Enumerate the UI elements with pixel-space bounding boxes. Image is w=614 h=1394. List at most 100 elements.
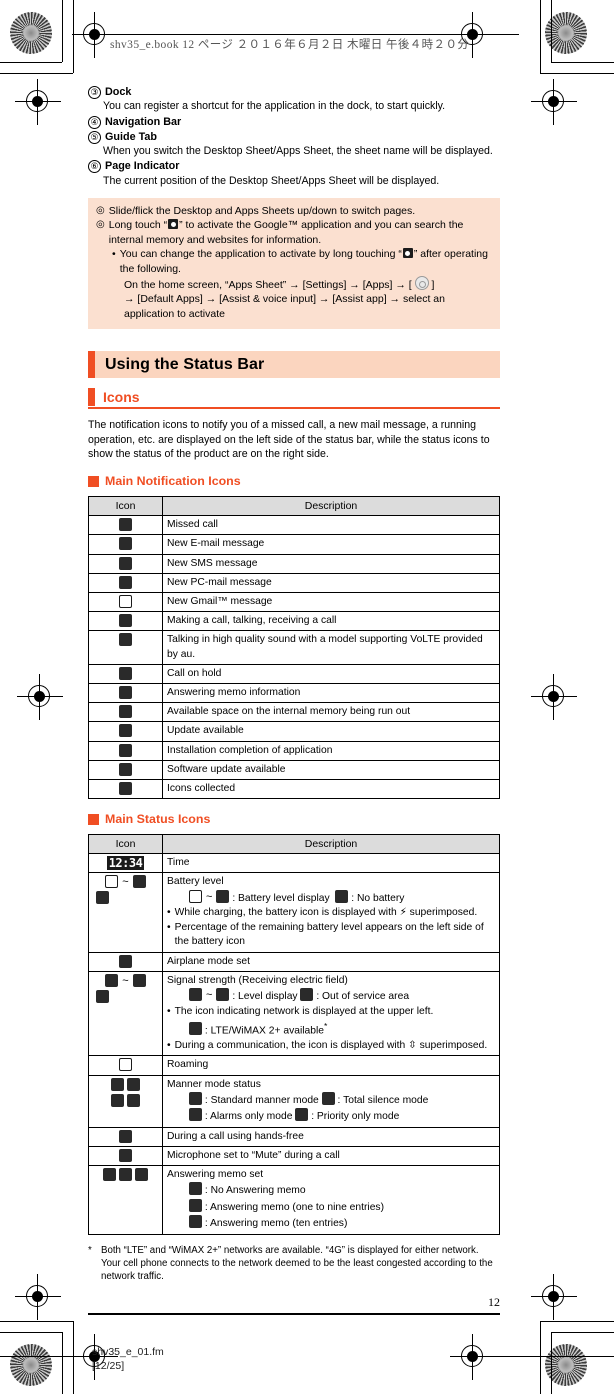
battery-title: Battery level <box>167 876 224 888</box>
icon-cell <box>88 1126 163 1148</box>
table-row: Available space on the internal memory b… <box>88 702 500 723</box>
description-cell: Missed call <box>162 515 500 536</box>
table-row: Installation completion of application <box>88 740 500 761</box>
answering-memo-some-icon <box>189 1198 202 1212</box>
description-cell: New SMS message <box>162 553 500 574</box>
page-header-rule <box>94 34 519 35</box>
note-text-2: Long touch “” to activate the Google™ ap… <box>109 218 492 247</box>
description-cell: Installation completion of application <box>162 740 500 761</box>
registration-mark-bottom-left <box>15 1274 61 1320</box>
item-body-guide-tab: When you switch the Desktop Sheet/Apps S… <box>103 145 493 158</box>
heading-main-notification-icons: Main Notification Icons <box>88 474 500 488</box>
icon-cell <box>88 1165 163 1235</box>
signal-detail-b: : Level display <box>232 991 298 1003</box>
standard-manner-mode-icon <box>189 1091 202 1105</box>
battery-detail-line: ~ : Battery level display : No battery <box>189 889 495 907</box>
crop-line-tl-v <box>62 0 63 62</box>
priority-only-mode-icon <box>126 1093 140 1107</box>
note-text-2a: Long touch “ <box>108 219 168 232</box>
table-row: ~ Battery level ~ : Battery level displa… <box>88 872 500 953</box>
table-row: New Gmail™ message <box>88 591 500 613</box>
answering-memo-full-icon <box>189 1215 202 1229</box>
battery-bullet-1: • While charging, the battery icon is dis… <box>167 906 495 921</box>
battery-detail-c: : No battery <box>351 892 405 904</box>
missed-call-icon <box>119 518 132 532</box>
alarms-only-mode-icon <box>111 1093 125 1107</box>
footnote: * Both “LTE” and “WiMAX 2+” networks are… <box>88 1244 500 1283</box>
registration-mark-footer-right <box>450 1334 496 1380</box>
manner-d3: : Alarms only mode <box>204 1111 293 1123</box>
footer-file-info: shv35_e_01.fm [12/25] <box>92 1345 164 1373</box>
battery-bullet-1-end: superimposed. <box>409 907 478 919</box>
tilde-separator: ~ <box>206 890 213 903</box>
tilde-separator: ~ <box>122 876 129 889</box>
note-text-1: Slide/flick the Desktop and Apps Sheets … <box>108 205 416 218</box>
icon-cell <box>88 663 163 685</box>
bullet-icon: • <box>167 921 171 933</box>
icon-cell <box>88 721 163 742</box>
table-row: Airplane mode set <box>88 951 500 972</box>
battery-bullet-2-text: Percentage of the remaining battery leve… <box>174 921 484 948</box>
crop-line-br-h <box>551 1332 614 1333</box>
am-d3: : Answering memo (ten entries) <box>204 1218 348 1230</box>
column-header-description: Description <box>162 496 500 517</box>
page-number: 12 <box>488 1294 500 1309</box>
table-row: Manner mode status : Standard manner mod… <box>88 1074 500 1128</box>
table-row: Roaming <box>88 1055 500 1076</box>
registration-mark-bottom-right <box>531 1274 577 1320</box>
icon-cell <box>88 779 163 800</box>
footer-rule-left <box>0 1356 78 1357</box>
alarms-only-mode-icon <box>189 1108 202 1122</box>
table-row: Answering memo information <box>88 682 500 704</box>
total-silence-mode-icon <box>126 1077 140 1091</box>
answering-memo-detail-1: : No Answering memo <box>189 1182 495 1199</box>
description-cell: Software update available <box>162 759 500 781</box>
note-line-2: ◎ Long touch “” to activate the Google™ … <box>96 218 492 247</box>
new-pcmail-icon <box>119 575 132 589</box>
square-marker-icon <box>88 813 99 825</box>
bullet-icon: • <box>167 907 171 919</box>
note-line-1: ◎ Slide/flick the Desktop and Apps Sheet… <box>96 204 492 218</box>
icon-cell <box>88 515 163 536</box>
table-row: Making a call, talking, receiving a call <box>88 611 500 632</box>
install-complete-icon <box>119 743 132 757</box>
signal-detail-c: : Out of service area <box>316 991 410 1003</box>
icon-cell: ~ <box>88 970 163 1057</box>
note-subtext-1: You can change the application to activa… <box>120 247 492 276</box>
signal-bullet-2-end: superimposed. <box>419 1039 488 1051</box>
registration-mark-left-upper <box>15 79 61 125</box>
clock-time-icon: 12:34 <box>106 856 145 871</box>
manner-d2: : Total silence mode <box>337 1094 429 1106</box>
list-item: ⑤ Guide Tab <box>88 130 500 144</box>
table-row: New SMS message <box>88 553 500 574</box>
icons-collected-icon <box>119 782 132 796</box>
footer-rule-right <box>490 1356 614 1357</box>
description-cell: Battery level ~ : Battery level display … <box>162 872 500 953</box>
crop-line-tr-h2 <box>540 73 614 74</box>
signal-bullet-1-sub: : LTE/WiMAX 2+ available* <box>189 1019 495 1039</box>
icon-cell <box>88 630 163 665</box>
description-cell: Making a call, talking, receiving a call <box>162 611 500 632</box>
icon-cell: ~ <box>88 872 163 953</box>
battery-full-icon <box>132 875 146 889</box>
storage-low-icon <box>119 705 132 719</box>
data-transfer-icon: ⇳ <box>408 1039 417 1051</box>
description-cell: New PC-mail message <box>162 572 500 593</box>
note-subline-3: → [Default Apps] → [Assist & voice input… <box>124 293 445 320</box>
tilde-separator: ~ <box>206 989 213 1002</box>
battery-full-icon <box>216 889 230 903</box>
note-subtext-1a: You can change the application to activa… <box>119 248 402 261</box>
footnote-text: Both “LTE” and “WiMAX 2+” networks are a… <box>101 1244 493 1282</box>
battery-detail-b: : Battery level display <box>232 892 330 904</box>
item-body-page-indicator: The current position of the Desktop Shee… <box>103 174 440 187</box>
call-hold-icon <box>119 666 132 680</box>
description-cell: Answering memo set : No Answering memo :… <box>162 1165 500 1235</box>
icon-cell <box>88 553 163 574</box>
new-sms-icon <box>119 556 132 570</box>
battery-empty-icon <box>105 875 119 889</box>
lte-4g-signal-icon <box>189 1022 202 1036</box>
crop-line-br-h2 <box>540 1321 614 1322</box>
icon-cell: 12:34 <box>88 853 163 874</box>
list-item: ⑥ Page Indicator <box>88 159 500 174</box>
registration-mark-right-upper <box>531 79 577 125</box>
